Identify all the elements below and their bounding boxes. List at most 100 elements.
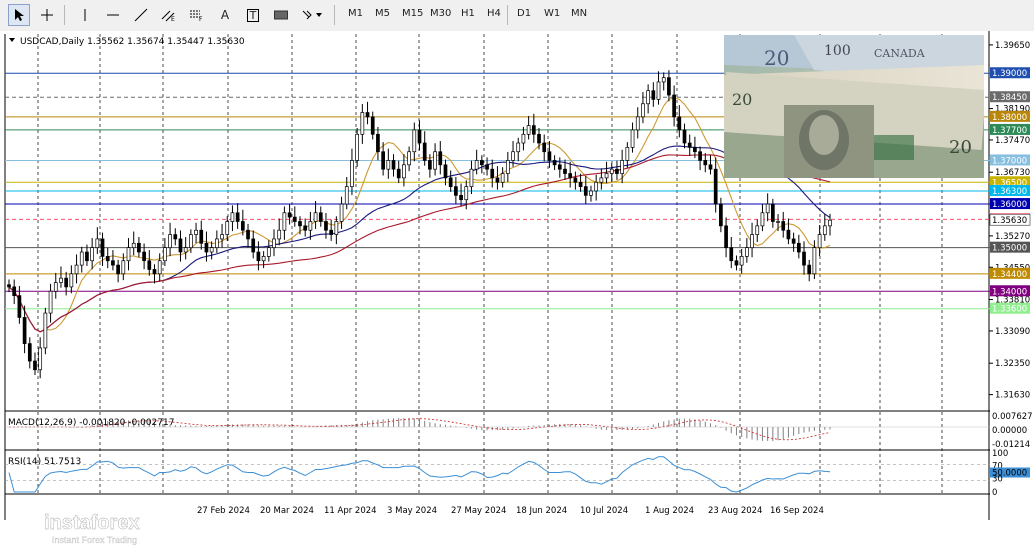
- logo-tagline-text: Instant Forex Trading: [52, 535, 137, 545]
- candle-body: [33, 360, 37, 371]
- level-price-label: 1.35000: [992, 244, 1027, 254]
- currency-photo: CANADA 20 20 20 100: [724, 35, 984, 178]
- rectangle-icon[interactable]: [270, 4, 292, 26]
- candle-body: [324, 221, 328, 231]
- rsi-panel: 1007050.0000300: [5, 449, 1030, 498]
- candle-body: [256, 251, 261, 262]
- candle-body: [79, 251, 84, 266]
- date-label: 1 Aug 2024: [645, 506, 694, 516]
- candle-body: [17, 295, 22, 318]
- candle-body: [552, 160, 557, 166]
- candle-body: [189, 234, 193, 249]
- candle-body: [604, 173, 609, 179]
- price-tick-label: 1.32350: [995, 359, 1030, 369]
- candle-body: [791, 238, 796, 244]
- candle-body: [505, 160, 510, 174]
- candle-body: [178, 238, 183, 253]
- macd-title: MACD(12,26,9) -0.001820 -0.002717: [8, 418, 174, 428]
- candle-body: [526, 125, 531, 135]
- timeframe-d1[interactable]: D1: [517, 8, 531, 19]
- candle-body: [126, 247, 131, 262]
- candle-body: [142, 251, 146, 262]
- photo-canada-text: CANADA: [874, 47, 926, 60]
- timeframe-w1[interactable]: W1: [544, 8, 560, 19]
- timeframe-h1[interactable]: H1: [461, 8, 475, 19]
- candle-body: [615, 168, 619, 174]
- candle-body: [734, 260, 739, 266]
- level-price-label: 1.39000: [992, 69, 1027, 79]
- candle-body: [641, 103, 645, 118]
- svg-text:F: F: [199, 16, 203, 22]
- level-price-label: 1.38000: [992, 113, 1027, 123]
- horizontal-line-icon[interactable]: [102, 4, 124, 26]
- candle-body: [698, 151, 702, 161]
- date-label: 10 Jul 2024: [580, 506, 628, 516]
- candle-body: [292, 216, 297, 222]
- candle-body: [781, 221, 786, 231]
- symbol-dropdown-icon[interactable]: [9, 38, 15, 42]
- trendline-icon[interactable]: [130, 4, 152, 26]
- candle-body: [261, 256, 266, 262]
- text-label-icon[interactable]: T: [242, 4, 264, 26]
- timeframe-m30[interactable]: M30: [430, 8, 451, 19]
- candle-body: [817, 234, 822, 249]
- candle-body: [318, 212, 323, 222]
- candle-body: [812, 247, 817, 275]
- candle-body: [111, 260, 115, 266]
- rsi-title: RSI(14) 51.7513: [8, 457, 81, 467]
- candle-body: [287, 212, 292, 218]
- price-tick-label: 1.33090: [995, 327, 1030, 337]
- candle-body: [334, 221, 339, 235]
- cursor-icon[interactable]: [8, 4, 30, 26]
- level-price-label: 1.37700: [992, 126, 1027, 136]
- price-axis: 1.396501.381901.374701.367301.352701.345…: [989, 41, 1031, 401]
- candle-body: [469, 168, 474, 187]
- rsi-tick-label: 0: [992, 488, 997, 498]
- candle-body: [391, 160, 396, 170]
- candle-body: [152, 269, 157, 275]
- candle-body: [251, 238, 256, 253]
- text-icon[interactable]: A: [214, 4, 236, 26]
- candle-body: [298, 221, 302, 227]
- candle-body: [630, 129, 635, 148]
- candle-body: [266, 247, 271, 257]
- timeframe-mn[interactable]: MN: [571, 8, 587, 19]
- candle-body: [48, 290, 53, 314]
- timeframe-h4[interactable]: H4: [487, 8, 501, 19]
- fibonacci-icon[interactable]: F: [186, 4, 208, 26]
- crosshair-icon[interactable]: [36, 4, 58, 26]
- candle-body: [220, 234, 224, 240]
- candle-body: [516, 142, 521, 153]
- candle-body: [116, 264, 120, 275]
- candle-body: [131, 242, 136, 249]
- candle-body: [547, 151, 552, 161]
- candle-body: [412, 129, 417, 153]
- candle-body: [43, 312, 48, 349]
- timeframe-m5[interactable]: M5: [375, 8, 390, 19]
- candle-body: [651, 90, 656, 100]
- rsi-tick-label: 30: [992, 474, 1003, 484]
- candle-body: [480, 160, 484, 166]
- timeframe-m1[interactable]: M1: [348, 8, 363, 19]
- date-label: 20 Mar 2024: [260, 506, 314, 516]
- candle-body: [719, 203, 723, 227]
- date-label: 3 May 2024: [387, 506, 437, 516]
- candle-body: [386, 160, 391, 170]
- timeframe-m15[interactable]: M15: [402, 8, 423, 19]
- candle-body: [568, 173, 573, 179]
- candle-body: [407, 151, 411, 166]
- shapes-menu-icon[interactable]: [298, 4, 328, 26]
- candle-body: [687, 142, 692, 148]
- candle-body: [365, 112, 370, 118]
- logo-brand-text: instaforex: [44, 512, 140, 534]
- candle-body: [537, 133, 541, 144]
- candle-body: [168, 234, 172, 249]
- vertical-line-icon[interactable]: [74, 4, 96, 26]
- channel-icon[interactable]: E: [158, 4, 180, 26]
- candle-body: [542, 142, 547, 153]
- candle-body: [303, 225, 308, 231]
- candle-body: [739, 256, 744, 266]
- chart-window[interactable]: 0.007627 0.00000 -0.01214 100 70 50.0000 30 0 …: [0, 31, 1034, 545]
- candle-body: [209, 247, 214, 253]
- candle-body: [121, 260, 126, 275]
